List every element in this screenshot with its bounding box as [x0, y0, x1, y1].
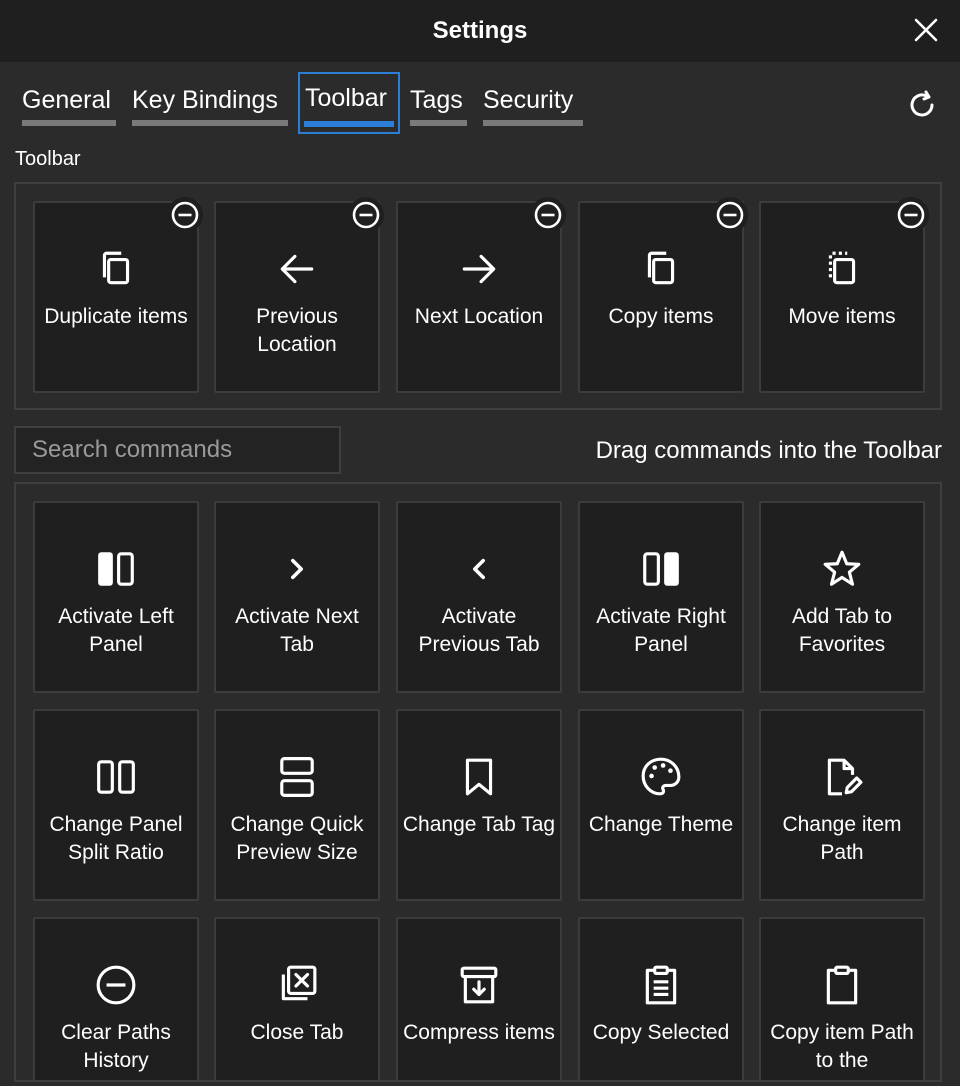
tab-underline [304, 121, 394, 127]
command-close-tab[interactable]: Close Tab [214, 917, 380, 1080]
title-bar: Settings [0, 0, 960, 62]
close-tab-icon [281, 965, 317, 1001]
command-label: Activate Next Tab [235, 605, 359, 656]
command-activate-left-panel[interactable]: Activate Left Panel [33, 501, 199, 693]
tab-underline [410, 120, 467, 126]
remove-button[interactable] [167, 197, 203, 233]
command-label: Change item Path [782, 813, 902, 864]
toolbar-section-label: Toolbar [15, 148, 81, 170]
toolbar-item-next-location[interactable]: Next Location [396, 197, 566, 393]
toolbar-item-copy-items[interactable]: Copy items [578, 197, 748, 393]
tab-security[interactable]: Security [483, 74, 583, 132]
commands-list[interactable]: Activate Left Panel Activate Next Tab Ac… [14, 482, 942, 1082]
command-activate-next-tab[interactable]: Activate Next Tab [214, 501, 380, 693]
minus-circle-icon [171, 201, 199, 229]
tab-underline [132, 120, 288, 126]
refresh-icon [910, 90, 934, 117]
command-label: Clear Paths History [61, 1021, 171, 1072]
split-ratio-icon [97, 760, 135, 794]
command-change-quick-preview-size[interactable]: Change Quick Preview Size [214, 709, 380, 901]
toolbar-item-label: Duplicate items [44, 305, 188, 328]
command-label: Change Quick Preview Size [230, 813, 364, 864]
command-label: Activate Previous Tab [418, 605, 540, 656]
toolbar-item-label: Move items [788, 305, 896, 328]
command-label: Copy Selected [592, 1021, 730, 1044]
chevron-right-icon [291, 558, 303, 580]
tab-key-bindings[interactable]: Key Bindings [132, 74, 288, 132]
remove-button[interactable] [348, 197, 384, 233]
tab-label: Tags [410, 86, 463, 114]
toolbar-item-label: Previous Location [256, 305, 338, 356]
remove-button[interactable] [893, 197, 929, 233]
command-clear-paths-history[interactable]: Clear Paths History [33, 917, 199, 1080]
command-add-tab-to-favorites[interactable]: Add Tab to Favorites [759, 501, 925, 693]
tab-label: General [22, 86, 111, 114]
command-label: Change Tab Tag [402, 813, 556, 836]
toolbar-item-move-items[interactable]: Move items [759, 197, 929, 393]
clipboard-list-icon [645, 965, 677, 1005]
minus-circle-icon [897, 201, 925, 229]
left-panel-icon [98, 552, 134, 586]
star-icon [823, 550, 861, 586]
tab-tags[interactable]: Tags [410, 74, 467, 132]
minus-circle-icon [96, 965, 136, 1005]
clipboard-icon [826, 965, 858, 1005]
tab-toolbar[interactable]: Toolbar [298, 72, 400, 134]
command-label: Copy item Path to the [770, 1021, 914, 1072]
reset-button[interactable] [906, 89, 938, 121]
minus-circle-icon [352, 201, 380, 229]
minus-circle-icon [716, 201, 744, 229]
command-label: Activate Left Panel [58, 605, 174, 656]
tab-label: Toolbar [305, 84, 387, 112]
tab-label: Key Bindings [132, 86, 278, 114]
command-label: Change Theme [588, 813, 734, 836]
move-icon [828, 251, 856, 285]
command-change-panel-split-ratio[interactable]: Change Panel Split Ratio [33, 709, 199, 901]
tab-general[interactable]: General [22, 74, 116, 132]
bookmark-icon [465, 758, 493, 796]
tab-underline [483, 120, 583, 126]
duplicate-icon [102, 251, 130, 285]
palette-icon [641, 757, 681, 796]
drag-hint: Drag commands into the Toolbar [595, 437, 942, 464]
chevron-left-icon [473, 558, 485, 580]
tab-label: Security [483, 86, 574, 114]
command-compress-items[interactable]: Compress items [396, 917, 562, 1080]
command-label: Compress items [403, 1021, 555, 1044]
command-label: Change Panel Split Ratio [49, 813, 183, 864]
toolbar-item-duplicate-items[interactable]: Duplicate items [33, 197, 203, 393]
file-edit-icon [827, 758, 863, 796]
command-change-tab-tag[interactable]: Change Tab Tag [396, 709, 562, 901]
remove-button[interactable] [712, 197, 748, 233]
minus-circle-icon [534, 201, 562, 229]
command-label: Close Tab [250, 1021, 344, 1044]
search-input[interactable] [16, 428, 339, 472]
copy-icon [647, 251, 675, 285]
search-commands-box [14, 426, 341, 474]
remove-button[interactable] [530, 197, 566, 233]
right-panel-icon [643, 552, 679, 586]
tab-underline [22, 120, 116, 126]
close-icon [914, 18, 938, 42]
toolbar-item-previous-location[interactable]: Previous Location [214, 197, 384, 393]
command-activate-right-panel[interactable]: Activate Right Panel [578, 501, 744, 693]
command-change-theme[interactable]: Change Theme [578, 709, 744, 901]
command-copy-item-path[interactable]: Copy item Path to the [759, 917, 925, 1080]
command-copy-selected[interactable]: Copy Selected [578, 917, 744, 1080]
command-activate-previous-tab[interactable]: Activate Previous Tab [396, 501, 562, 693]
window-title: Settings [432, 17, 528, 44]
command-label: Add Tab to Favorites [791, 605, 893, 656]
arrow-right-icon [462, 254, 496, 284]
command-label: Activate Right Panel [596, 605, 726, 656]
toolbar-drop-zone[interactable]: Duplicate items Previous Location Next L… [14, 182, 942, 410]
command-change-item-path[interactable]: Change item Path [759, 709, 925, 901]
archive-icon [460, 966, 498, 1004]
toolbar-item-label: Next Location [414, 305, 544, 328]
close-button[interactable] [912, 16, 940, 44]
preview-size-icon [280, 757, 314, 797]
toolbar-item-label: Copy items [608, 305, 714, 328]
arrow-left-icon [280, 254, 314, 284]
